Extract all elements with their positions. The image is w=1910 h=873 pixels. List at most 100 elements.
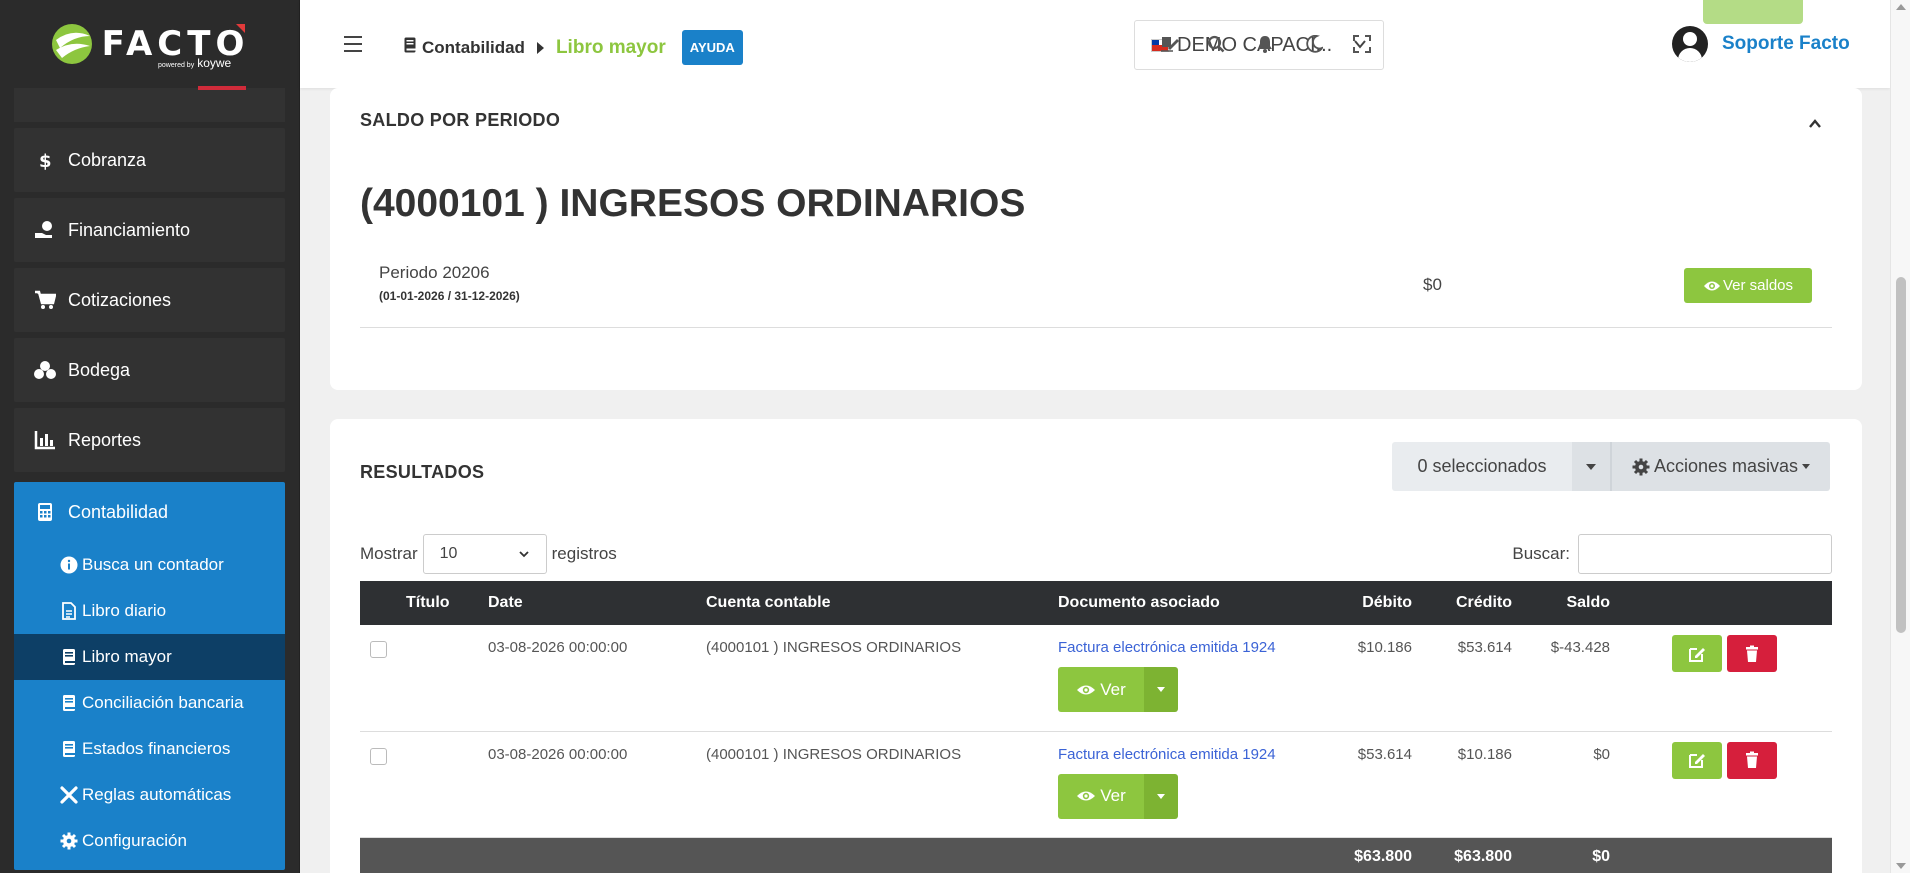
results-card: RESULTADOS 0 seleccionados Acciones masi… [330, 419, 1862, 873]
edit-button[interactable] [1672, 741, 1722, 779]
sidebar-menu: $ Cobranza Financiamiento Cotizaciones B… [0, 86, 299, 873]
edit-icon [1689, 647, 1705, 662]
sidebar-subitem-label: Conciliación bancaria [82, 693, 244, 712]
book-icon [58, 648, 80, 666]
user-name: Soporte Facto [1722, 33, 1850, 54]
row-checkbox[interactable] [370, 747, 387, 765]
fullscreen-icon[interactable] [1352, 34, 1372, 54]
edit-button[interactable] [1672, 635, 1722, 672]
cart-icon [32, 290, 58, 310]
column-titulo[interactable]: Título [406, 581, 488, 625]
sidebar-item-bodega[interactable]: Bodega [14, 338, 285, 402]
table-search: Buscar: [1512, 534, 1832, 574]
ver-button[interactable]: Ver [1058, 667, 1144, 712]
table-row: 03-08-2026 00:00:00 (4000101 ) INGRESOS … [360, 731, 1832, 838]
moon-icon[interactable] [1304, 34, 1324, 54]
actions-cell [1632, 625, 1832, 732]
menu-toggle-icon[interactable] [344, 36, 362, 57]
row-checkbox[interactable] [370, 641, 387, 658]
total-credito: $63.800 [1432, 837, 1530, 873]
chevron-down-icon [518, 551, 529, 558]
gear-icon [58, 832, 80, 850]
sidebar: FACTO powered by koywe $ Cobranza Financi… [0, 0, 300, 873]
green-header-tab [1703, 0, 1803, 24]
brand-powered: powered by koywe [158, 56, 232, 70]
sidebar-item-cotizaciones[interactable]: Cotizaciones [14, 268, 285, 332]
document-link[interactable]: Factura electrónica emitida 1924 [1058, 746, 1332, 763]
avatar [1672, 26, 1708, 62]
sidebar-item-partial[interactable] [14, 86, 285, 122]
document-link[interactable]: Factura electrónica emitida 1924 [1058, 639, 1332, 656]
sidebar-item-label: Financiamiento [68, 219, 191, 240]
caret-down-icon [1157, 793, 1165, 799]
titulo-cell [406, 625, 488, 732]
date-cell: 03-08-2026 00:00:00 [488, 731, 706, 838]
caret-right-icon [536, 41, 544, 54]
column-documento[interactable]: Documento asociado [1058, 581, 1332, 625]
bell-icon[interactable] [1255, 34, 1275, 54]
brand-accent-mark [236, 24, 245, 33]
sidebar-item-label: Cotizaciones [68, 289, 172, 310]
sidebar-subitem-conciliacion[interactable]: Conciliación bancaria [14, 680, 285, 726]
search-icon[interactable] [1206, 34, 1226, 54]
column-cuenta[interactable]: Cuenta contable [706, 581, 1058, 625]
period-amount: $0 [1423, 275, 1442, 294]
page-scrollbar[interactable] [1890, 0, 1910, 873]
page-length-select[interactable]: 10 [422, 534, 547, 574]
facto-logo[interactable]: FACTO powered by koywe [0, 0, 299, 88]
column-credito[interactable]: Crédito [1432, 581, 1530, 625]
ver-dropdown-toggle[interactable] [1144, 667, 1178, 712]
bulk-actions-button[interactable]: Acciones masivas [1610, 442, 1830, 491]
eye-icon [1703, 281, 1720, 290]
credito-cell: $10.186 [1432, 731, 1530, 838]
divider [360, 327, 1832, 328]
delete-button[interactable] [1727, 635, 1777, 672]
sidebar-subitem-estados-financieros[interactable]: Estados financieros [14, 726, 285, 772]
trash-icon [1746, 751, 1758, 768]
show-label: Mostrar [360, 544, 418, 563]
search-input[interactable] [1578, 534, 1832, 574]
sidebar-subitem-libro-mayor[interactable]: Libro mayor [14, 634, 285, 680]
signature-icon[interactable] [1160, 34, 1180, 54]
book-icon [58, 740, 80, 758]
documento-cell: Factura electrónica emitida 1924 Ver [1058, 731, 1332, 838]
sidebar-subitem-reglas[interactable]: Reglas automáticas [14, 772, 285, 818]
sidebar-subitem-label: Configuración [82, 831, 187, 850]
saldo-cell: $0 [1530, 731, 1632, 838]
sidebar-subitem-busca-contador[interactable]: Busca un contador [14, 542, 285, 588]
caret-down-icon [1802, 464, 1811, 469]
scroll-down-arrow-icon[interactable] [1896, 863, 1906, 869]
saldo-cell: $-43.428 [1530, 625, 1632, 732]
hand-holding-dollar-icon [32, 220, 58, 240]
user-menu[interactable]: Soporte Facto [1672, 26, 1850, 62]
sidebar-item-contabilidad[interactable]: Contabilidad [14, 482, 285, 542]
scroll-up-arrow-icon[interactable] [1896, 4, 1906, 10]
breadcrumb-parent[interactable]: Contabilidad [404, 37, 525, 58]
ver-saldos-button[interactable]: Ver saldos [1684, 268, 1812, 303]
ver-button[interactable]: Ver [1058, 773, 1144, 819]
sidebar-subitem-label: Reglas automáticas [82, 785, 232, 804]
selected-count-button[interactable]: 0 seleccionados [1392, 442, 1572, 491]
delete-button[interactable] [1727, 741, 1777, 779]
sidebar-item-label: Bodega [68, 359, 131, 380]
column-debito[interactable]: Débito [1332, 581, 1432, 625]
sidebar-item-cobranza[interactable]: $ Cobranza [14, 128, 285, 192]
totals-row: $63.800 $63.800 $0 [360, 837, 1832, 873]
saldo-card-title: SALDO POR PERIODO [360, 110, 561, 130]
sidebar-subitem-label: Estados financieros [82, 739, 231, 758]
help-button[interactable]: AYUDA [681, 30, 743, 65]
column-saldo[interactable]: Saldo [1530, 581, 1632, 625]
sidebar-item-reportes[interactable]: Reportes [14, 408, 285, 472]
column-date[interactable]: Date [488, 581, 706, 625]
ver-dropdown-toggle[interactable] [1144, 773, 1178, 819]
scroll-thumb[interactable] [1896, 277, 1906, 633]
edit-icon [1689, 754, 1705, 768]
sidebar-subitem-configuracion[interactable]: Configuración [14, 818, 285, 864]
chevron-up-icon[interactable] [1808, 118, 1822, 130]
sidebar-item-financiamiento[interactable]: Financiamiento [14, 198, 285, 262]
breadcrumb-current: Libro mayor [555, 36, 666, 58]
sidebar-item-label: Cobranza [68, 149, 147, 170]
date-cell: 03-08-2026 00:00:00 [488, 625, 706, 732]
selection-dropdown-toggle[interactable] [1572, 442, 1610, 491]
sidebar-subitem-libro-diario[interactable]: Libro diario [14, 588, 285, 634]
